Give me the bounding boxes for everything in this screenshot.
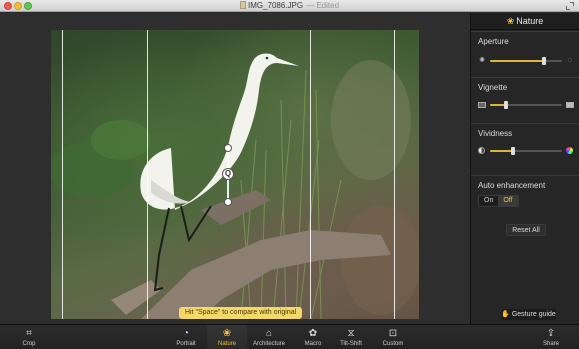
aperture-knob[interactable] — [542, 57, 546, 65]
bottom-toolbar: ⌗ Crop ◔ Portrait ❀ Nature ⌂ Architectur… — [0, 324, 579, 349]
tilt-focus-boundary-left[interactable] — [147, 30, 148, 319]
auto-enhancement-toggle[interactable]: On Off — [478, 195, 519, 207]
colorful-icon — [566, 147, 574, 155]
desaturated-icon — [478, 147, 486, 155]
tool-crop[interactable]: ⌗ Crop — [9, 328, 49, 348]
handle-top-dot[interactable] — [224, 144, 232, 152]
custom-icon: ⊡ — [388, 328, 398, 339]
tool-architecture[interactable]: ⌂ Architecture — [249, 328, 289, 348]
tool-portrait-label: Portrait — [176, 341, 196, 347]
vignette-knob[interactable] — [503, 101, 508, 109]
vividness-knob[interactable] — [511, 147, 516, 155]
handle-center-knob[interactable]: Q — [222, 168, 234, 180]
vignette-light-icon — [566, 101, 574, 109]
aperture-label: Aperture — [478, 37, 509, 46]
macro-icon: ✿ — [308, 328, 318, 339]
gesture-guide-label: Gesture guide — [511, 311, 556, 318]
vividness-slider[interactable] — [478, 146, 574, 156]
tool-tilt-shift-label: Tilt-Shift — [340, 341, 362, 347]
nature-icon: ❀ — [506, 16, 515, 26]
compare-hint-tooltip: Hit "Space" to compare with original — [179, 307, 303, 319]
reset-all-button[interactable]: Reset All — [506, 224, 546, 236]
handle-bottom-dot[interactable] — [224, 198, 232, 206]
architecture-icon: ⌂ — [265, 328, 273, 339]
aperture-small-icon: ✺ — [479, 57, 485, 64]
hand-icon: ✋ — [501, 311, 510, 318]
vignette-track[interactable] — [490, 101, 562, 109]
portrait-icon: ◔ — [182, 328, 190, 339]
document-icon — [239, 1, 246, 9]
aperture-large-icon: ◌ — [567, 57, 573, 64]
tilt-rotation-handle[interactable]: Q — [222, 144, 234, 206]
panel-header: ❀ Nature — [471, 13, 579, 30]
vividness-label: Vividness — [478, 129, 513, 138]
panel-title: Nature — [516, 16, 544, 26]
vividness-fill — [490, 150, 514, 152]
tool-custom-label: Custom — [382, 341, 404, 347]
tilt-shift-icon: ⧖ — [347, 328, 355, 339]
vignette-slider[interactable] — [478, 100, 574, 110]
vignette-label: Vignette — [478, 83, 508, 92]
tool-nature[interactable]: ❀ Nature — [207, 328, 247, 348]
vividness-track[interactable] — [490, 147, 562, 155]
edited-indicator: — Edited — [306, 1, 340, 10]
auto-enhancement-on-option[interactable]: On — [479, 196, 499, 206]
tilt-focus-boundary-right[interactable] — [310, 30, 311, 319]
tool-share-label: Share — [542, 341, 559, 347]
tool-tilt-shift[interactable]: ⧖ Tilt-Shift — [331, 328, 371, 348]
auto-enhancement-off-option[interactable]: Off — [498, 196, 518, 206]
aperture-slider[interactable]: ✺ ◌ — [478, 56, 574, 66]
auto-enhancement-label: Auto enhancement — [478, 181, 546, 190]
tool-nature-label: Nature — [217, 341, 236, 347]
vignette-section: Vignette — [471, 77, 579, 123]
tilt-blur-boundary-left[interactable] — [62, 30, 63, 319]
app-window: IMG_7086.JPG — Edited Q Hit "Space" to c… — [0, 0, 579, 349]
aperture-section: Aperture ✺ ◌ — [471, 31, 579, 77]
window-title-text: IMG_7086.JPG — [247, 1, 304, 10]
vignette-dark-icon — [478, 101, 486, 109]
photo-canvas: Q Hit "Space" to compare with original — [0, 13, 470, 324]
nature-icon: ❀ — [222, 328, 232, 339]
window-title: IMG_7086.JPG — Edited — [0, 1, 579, 11]
tool-macro-label: Macro — [304, 341, 322, 347]
crop-icon: ⌗ — [26, 328, 32, 339]
share-icon: ⇪ — [546, 328, 556, 339]
tool-crop-label: Crop — [22, 341, 36, 347]
tool-share[interactable]: ⇪ Share — [531, 328, 571, 348]
vividness-section: Vividness — [471, 123, 579, 175]
gesture-guide-button[interactable]: ✋ Gesture guide — [501, 309, 556, 320]
tool-macro[interactable]: ✿ Macro — [293, 328, 333, 348]
fullscreen-icon[interactable] — [566, 2, 574, 10]
auto-enhancement-section: Auto enhancement On Off — [471, 175, 579, 215]
tool-portrait[interactable]: ◔ Portrait — [166, 328, 206, 348]
tool-architecture-label: Architecture — [252, 341, 285, 347]
aperture-track[interactable] — [490, 57, 562, 65]
egret-photo-illustration — [51, 53, 419, 319]
tool-custom[interactable]: ⊡ Custom — [373, 328, 413, 348]
title-bar: IMG_7086.JPG — Edited — [0, 0, 579, 12]
photo-preview[interactable]: Q — [51, 30, 419, 319]
tilt-blur-boundary-right[interactable] — [394, 30, 395, 319]
aperture-fill — [490, 60, 544, 62]
adjustments-panel: ❀ Nature Aperture ✺ ◌ Vignette Vividness… — [470, 13, 579, 324]
